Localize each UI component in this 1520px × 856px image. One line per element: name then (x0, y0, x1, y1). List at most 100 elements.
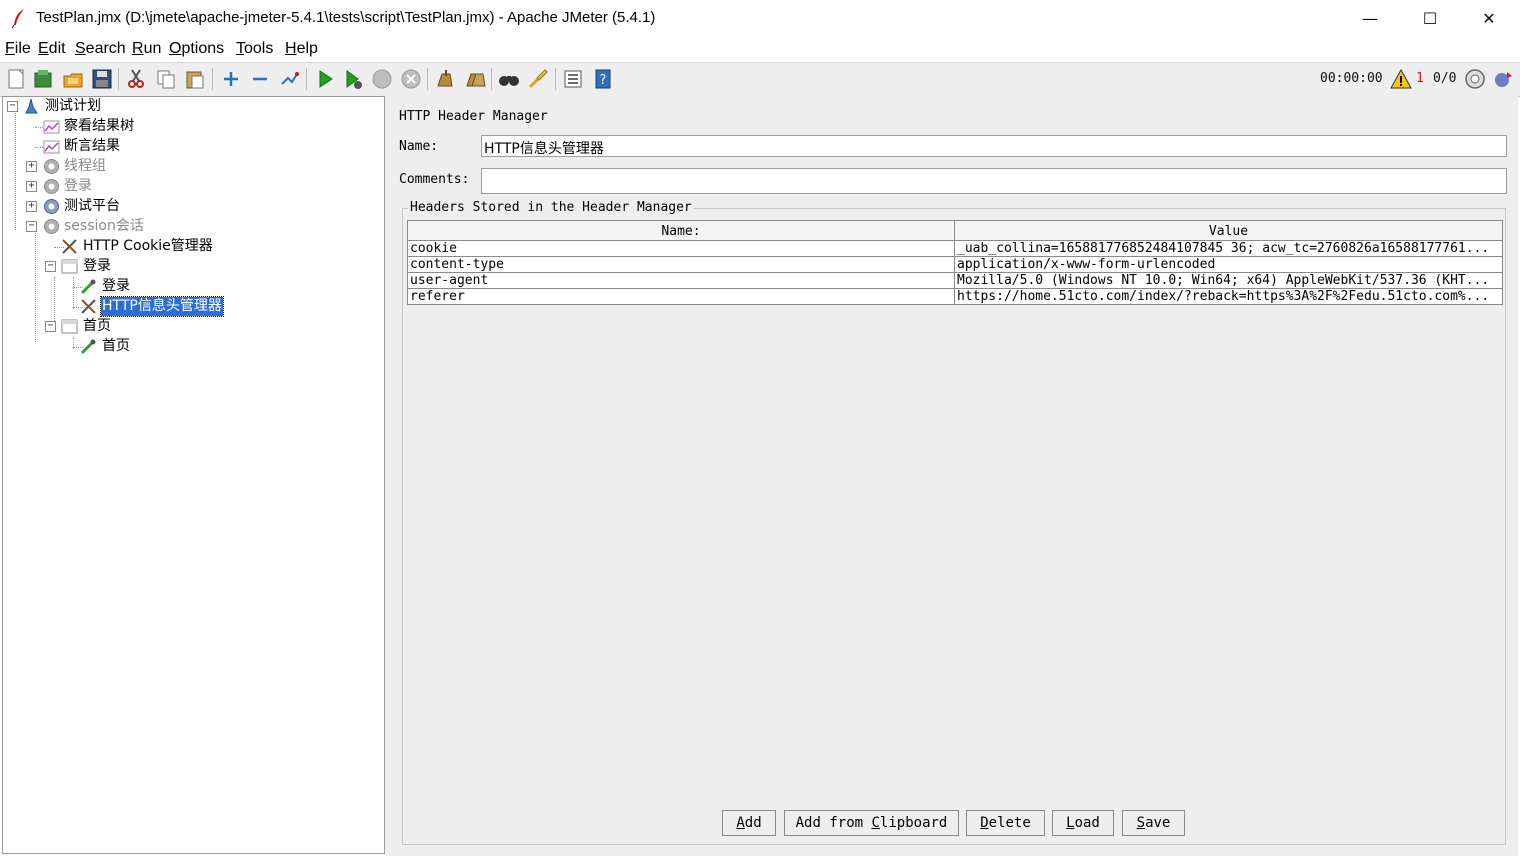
minimize-button[interactable]: — (1347, 4, 1393, 34)
tree-item-label: 登录 (64, 178, 92, 194)
expand-icon[interactable] (220, 68, 242, 90)
open-icon[interactable] (62, 68, 84, 90)
delete-button[interactable]: Delete (966, 810, 1045, 836)
expand-toggle[interactable]: + (26, 201, 37, 212)
header-name-cell[interactable]: content-type (407, 257, 955, 273)
tree-item-assertion-results[interactable]: 断言结果 (3, 137, 203, 156)
comments-label: Comments: (399, 172, 470, 187)
toolbar-separator (306, 68, 307, 90)
tree-item-thread-group[interactable]: + 线程组 (3, 157, 203, 176)
comments-field[interactable] (481, 168, 1507, 194)
header-value-cell[interactable]: Mozilla/5.0 (Windows NT 10.0; Win64; x64… (955, 273, 1503, 289)
menu-file[interactable]: File (5, 40, 31, 58)
table-row[interactable]: cookie _uab_collina=16588177685248410784… (407, 241, 1503, 257)
menu-tools[interactable]: Tools (236, 40, 273, 58)
warning-icon[interactable] (1390, 68, 1412, 90)
toolbar-separator (555, 68, 556, 90)
maximize-button[interactable]: ☐ (1407, 4, 1453, 34)
save-icon[interactable] (91, 68, 113, 90)
tree-item-http-header-manager[interactable]: HTTP信息头管理器 (3, 296, 243, 317)
load-button[interactable]: Load (1052, 810, 1114, 836)
svg-text:?: ? (600, 73, 607, 88)
gear-icon (44, 219, 59, 234)
add-button[interactable]: Add (722, 810, 776, 836)
tree-item-login-controller[interactable]: − 登录 (3, 257, 203, 276)
shutdown-icon[interactable] (400, 68, 422, 90)
tree-item-login-group[interactable]: + 登录 (3, 177, 203, 196)
table-row[interactable]: user-agent Mozilla/5.0 (Windows NT 10.0;… (407, 273, 1503, 289)
tree-item-label: 首页 (83, 318, 111, 334)
tree-item-session[interactable]: − session会话 (3, 217, 203, 236)
help-icon[interactable]: ? (592, 68, 614, 90)
menu-help[interactable]: Help (285, 40, 318, 58)
tree-item-test-plan[interactable]: − 测试计划 (3, 97, 203, 116)
close-button[interactable]: ✕ (1466, 4, 1512, 34)
function-helper-icon[interactable] (562, 68, 584, 90)
stop-icon[interactable] (371, 68, 393, 90)
menu-options[interactable]: Options (169, 40, 224, 58)
tree-item-label: 登录 (102, 278, 130, 294)
active-threads: 0/0 (1433, 71, 1457, 86)
tree-item-label: 察看结果树 (64, 118, 134, 134)
name-field[interactable]: HTTP信息头管理器 (481, 135, 1507, 157)
test-plan-tree[interactable]: − 测试计划 察看结果树 断言结果 + 线程组 + 登录 + 测试平台 − se… (2, 96, 385, 854)
pipette-icon (80, 339, 96, 355)
new-icon[interactable] (5, 68, 27, 90)
collapse-toggle[interactable]: − (7, 101, 18, 112)
templates-icon[interactable] (32, 68, 54, 90)
collapse-toggle[interactable]: − (45, 261, 56, 272)
header-value-cell[interactable]: https://home.51cto.com/index/?reback=htt… (955, 289, 1503, 305)
search-icon[interactable] (498, 68, 520, 90)
toolbar-separator (427, 68, 428, 90)
menu-run[interactable]: Run (132, 40, 161, 58)
tree-item-test-platform[interactable]: + 测试平台 (3, 197, 203, 216)
header-value-cell[interactable]: _uab_collina=165881776852484107845 36; a… (955, 241, 1503, 257)
log-viewer-icon[interactable] (1492, 68, 1514, 90)
reset-search-icon[interactable] (527, 68, 549, 90)
start-icon[interactable] (314, 68, 336, 90)
add-from-clipboard-button[interactable]: Add from Clipboard (784, 810, 959, 836)
transaction-controller-icon (61, 259, 78, 274)
header-name-cell[interactable]: referer (407, 289, 955, 305)
panel-title: HTTP Header Manager (399, 109, 548, 124)
menu-edit[interactable]: Edit (38, 40, 66, 58)
table-row[interactable]: content-type application/x-www-form-urle… (407, 257, 1503, 273)
start-no-pauses-icon[interactable] (342, 68, 364, 90)
collapse-toggle[interactable]: − (45, 321, 56, 332)
expand-toggle[interactable]: + (26, 161, 37, 172)
toggle-icon[interactable] (278, 68, 300, 90)
tree-item-home-sampler[interactable]: 首页 (3, 337, 203, 356)
cut-icon[interactable] (125, 68, 147, 90)
title-bar: TestPlan.jmx (D:\jmete\apache-jmeter-5.4… (0, 0, 1520, 38)
transaction-controller-icon (61, 319, 78, 334)
toolbar-separator (212, 68, 213, 90)
tree-item-view-results-tree[interactable]: 察看结果树 (3, 117, 203, 136)
config-element-icon (62, 239, 77, 254)
header-name-cell[interactable]: user-agent (407, 273, 955, 289)
tree-item-label: 登录 (83, 258, 111, 274)
header-value-cell[interactable]: application/x-www-form-urlencoded (955, 257, 1503, 273)
column-header-value[interactable]: Value (954, 220, 1503, 241)
remote-engine-status-icon[interactable] (1464, 68, 1486, 90)
copy-icon[interactable] (155, 68, 177, 90)
headers-group-title: Headers Stored in the Header Manager (408, 200, 694, 215)
collapse-toggle[interactable]: − (26, 221, 37, 232)
header-manager-panel: HTTP Header Manager Name: HTTP信息头管理器 Com… (389, 96, 1518, 856)
jmeter-feather-icon (11, 9, 24, 28)
header-name-cell[interactable]: cookie (407, 241, 955, 257)
listener-icon (43, 120, 60, 134)
expand-toggle[interactable]: + (26, 181, 37, 192)
collapse-icon[interactable] (249, 68, 271, 90)
toolbar-separator (491, 68, 492, 90)
listener-icon (43, 140, 60, 154)
tree-item-home-controller[interactable]: − 首页 (3, 317, 203, 336)
table-row[interactable]: referer https://home.51cto.com/index/?re… (407, 289, 1503, 305)
tree-item-http-cookie-manager[interactable]: HTTP Cookie管理器 (3, 237, 243, 256)
menu-search[interactable]: Search (75, 40, 126, 58)
tree-item-login-sampler[interactable]: 登录 (3, 277, 203, 296)
paste-icon[interactable] (184, 68, 206, 90)
clear-all-icon[interactable] (464, 68, 486, 90)
column-header-name[interactable]: Name: (407, 220, 955, 241)
clear-icon[interactable] (434, 68, 456, 90)
save-button[interactable]: Save (1122, 810, 1185, 836)
